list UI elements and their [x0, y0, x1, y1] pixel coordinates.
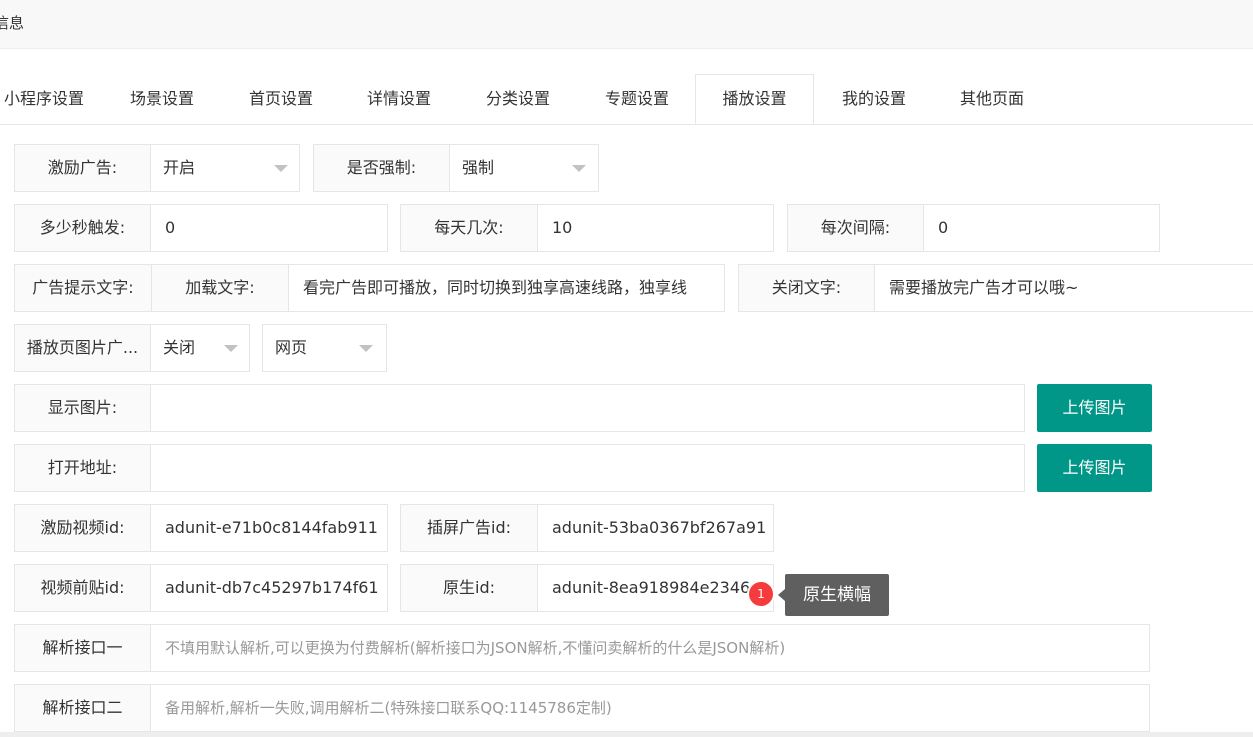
notification-badge: 1 — [749, 582, 773, 606]
play-image-ad-type-value: 网页 — [275, 338, 308, 357]
open-url-input[interactable] — [150, 444, 1025, 492]
loading-text-label: 加载文字: — [151, 264, 289, 312]
reward-video-id-input[interactable]: adunit-e71b0c8144fab911 — [150, 504, 388, 552]
page-title: 信息 — [0, 14, 25, 32]
play-image-ad-label: 播放页图片广... — [14, 324, 151, 372]
native-banner-tooltip: 原生横幅 — [785, 574, 889, 616]
close-text-label: 关闭文字: — [738, 264, 875, 312]
play-image-ad-value: 关闭 — [163, 338, 196, 357]
tooltip-arrow — [778, 589, 785, 601]
chevron-down-icon — [359, 345, 373, 352]
show-image-input[interactable] — [150, 384, 1025, 432]
native-id-input[interactable]: adunit-8ea918984e23466 — [537, 564, 774, 612]
interstitial-id-input[interactable]: adunit-53ba0367bf267a91 — [537, 504, 774, 552]
play-image-ad-select[interactable]: 关闭 — [150, 324, 250, 372]
chevron-down-icon — [572, 165, 586, 172]
tab-topic-settings[interactable]: 专题设置 — [589, 74, 685, 124]
show-image-label: 显示图片: — [14, 384, 151, 432]
upload-image-button[interactable]: 上传图片 — [1037, 384, 1152, 432]
times-per-day-input[interactable]: 10 — [537, 204, 774, 252]
chevron-down-icon — [274, 165, 288, 172]
preroll-id-input[interactable]: adunit-db7c45297b174f61 — [150, 564, 388, 612]
tab-scene-settings[interactable]: 场景设置 — [114, 74, 210, 124]
tab-category-settings[interactable]: 分类设置 — [470, 74, 566, 124]
reward-ad-select[interactable]: 开启 — [150, 144, 300, 192]
parse-api-2-label: 解析接口二 — [14, 684, 151, 732]
upload-image-button-2[interactable]: 上传图片 — [1037, 444, 1152, 492]
parse-api-1-input[interactable]: 不填用默认解析,可以更换为付费解析(解析接口为JSON解析,不懂问卖解析的什么是… — [150, 624, 1150, 672]
force-value: 强制 — [462, 158, 495, 177]
play-image-ad-type-select[interactable]: 网页 — [262, 324, 387, 372]
chevron-down-icon — [224, 345, 238, 352]
tab-bar: 小程序设置 场景设置 首页设置 详情设置 分类设置 专题设置 播放设置 我的设置… — [0, 74, 1253, 125]
tab-other-pages[interactable]: 其他页面 — [944, 74, 1040, 124]
preroll-id-label: 视频前贴id: — [14, 564, 151, 612]
open-url-label: 打开地址: — [14, 444, 151, 492]
loading-text-input[interactable]: 看完广告即可播放，同时切换到独享高速线路，独享线 — [288, 264, 725, 312]
interval-input[interactable]: 0 — [923, 204, 1160, 252]
force-label: 是否强制: — [313, 144, 450, 192]
reward-ad-label: 激励广告: — [14, 144, 151, 192]
reward-video-id-label: 激励视频id: — [14, 504, 151, 552]
force-select[interactable]: 强制 — [449, 144, 599, 192]
tab-home-settings[interactable]: 首页设置 — [233, 74, 329, 124]
parse-api-1-label: 解析接口一 — [14, 624, 151, 672]
tab-my-settings[interactable]: 我的设置 — [826, 74, 922, 124]
tab-detail-settings[interactable]: 详情设置 — [351, 74, 447, 124]
trigger-seconds-label: 多少秒触发: — [14, 204, 151, 252]
reward-ad-value: 开启 — [163, 158, 196, 177]
bottom-scroll-edge — [0, 732, 1253, 737]
times-per-day-label: 每天几次: — [400, 204, 538, 252]
tab-play-settings[interactable]: 播放设置 — [695, 74, 814, 124]
ad-tip-text-label: 广告提示文字: — [14, 264, 152, 312]
tab-miniprogram-settings[interactable]: 小程序设置 — [0, 74, 94, 124]
native-id-label: 原生id: — [400, 564, 538, 612]
close-text-input[interactable]: 需要播放完广告才可以哦~ — [874, 264, 1253, 312]
trigger-seconds-input[interactable]: 0 — [150, 204, 388, 252]
parse-api-2-input[interactable]: 备用解析,解析一失败,调用解析二(特殊接口联系QQ:1145786定制) — [150, 684, 1150, 732]
interstitial-id-label: 插屏广告id: — [400, 504, 538, 552]
page-header: 信息 — [0, 0, 1253, 49]
interval-label: 每次间隔: — [787, 204, 924, 252]
